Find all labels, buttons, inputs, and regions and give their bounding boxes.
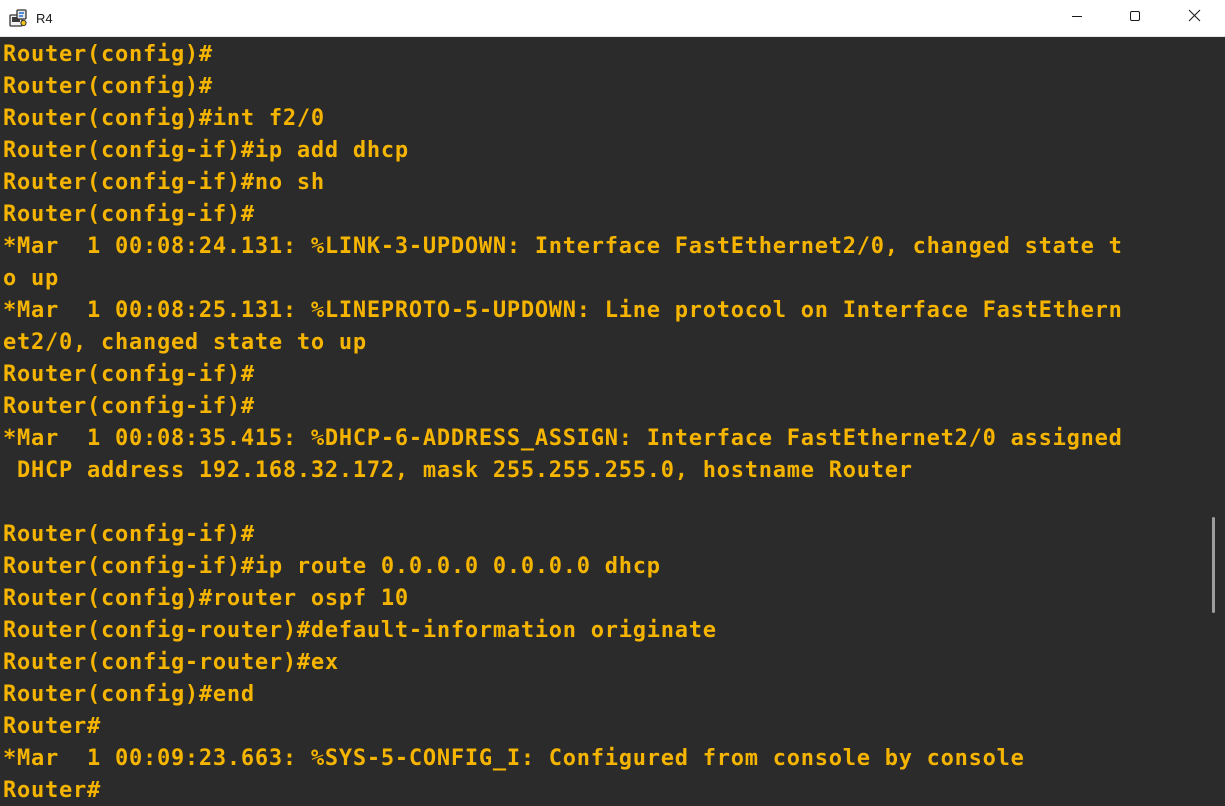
vertical-scrollbar[interactable] (1204, 37, 1225, 806)
router-console-icon (9, 8, 29, 28)
terminal-line: Router(config-if)# (3, 394, 255, 419)
terminal-line: o up (3, 266, 59, 291)
terminal-line: Router(config)# (3, 74, 213, 99)
terminal-line: *Mar 1 00:08:24.131: %LINK-3-UPDOWN: Int… (3, 234, 1123, 259)
close-button[interactable] (1164, 0, 1225, 36)
maximize-button[interactable] (1106, 0, 1164, 36)
console-window: R4 Router(config)# Router(config)# Route… (0, 0, 1225, 806)
terminal-line: Router(config-router)#ex (3, 650, 339, 675)
terminal-line: *Mar 1 00:09:23.663: %SYS-5-CONFIG_I: Co… (3, 746, 1025, 771)
terminal-line: Router(config)#router ospf 10 (3, 586, 409, 611)
terminal-line: Router(config)#int f2/0 (3, 106, 325, 131)
terminal-line: et2/0, changed state to up (3, 330, 367, 355)
terminal-line: Router(config)#end (3, 682, 255, 707)
terminal-line: Router(config-router)#default-informatio… (3, 618, 717, 643)
terminal-line: Router# (3, 714, 101, 739)
close-icon (1188, 9, 1201, 27)
terminal-line: Router(config)# (3, 42, 213, 67)
terminal-line: Router(config-if)#ip route 0.0.0.0 0.0.0… (3, 554, 661, 579)
minimize-button[interactable] (1048, 0, 1106, 36)
terminal-line: Router(config-if)#ip add dhcp (3, 138, 409, 163)
terminal-line: Router(config-if)# (3, 202, 255, 227)
title-bar[interactable]: R4 (0, 0, 1225, 37)
terminal-line: Router(config-if)#no sh (3, 170, 325, 195)
scrollbar-thumb[interactable] (1212, 517, 1215, 613)
maximize-icon (1129, 9, 1141, 27)
terminal-line: Router(config-if)# (3, 362, 255, 387)
terminal-line: *Mar 1 00:08:35.415: %DHCP-6-ADDRESS_ASS… (3, 426, 1123, 451)
terminal-line: Router(config-if)# (3, 522, 255, 547)
terminal-line: *Mar 1 00:08:25.131: %LINEPROTO-5-UPDOWN… (3, 298, 1123, 323)
window-title: R4 (36, 11, 53, 26)
terminal-output[interactable]: Router(config)# Router(config)# Router(c… (0, 37, 1204, 806)
minimize-icon (1071, 9, 1083, 27)
terminal-line: DHCP address 192.168.32.172, mask 255.25… (3, 458, 913, 483)
terminal-line: Router# (3, 778, 101, 803)
